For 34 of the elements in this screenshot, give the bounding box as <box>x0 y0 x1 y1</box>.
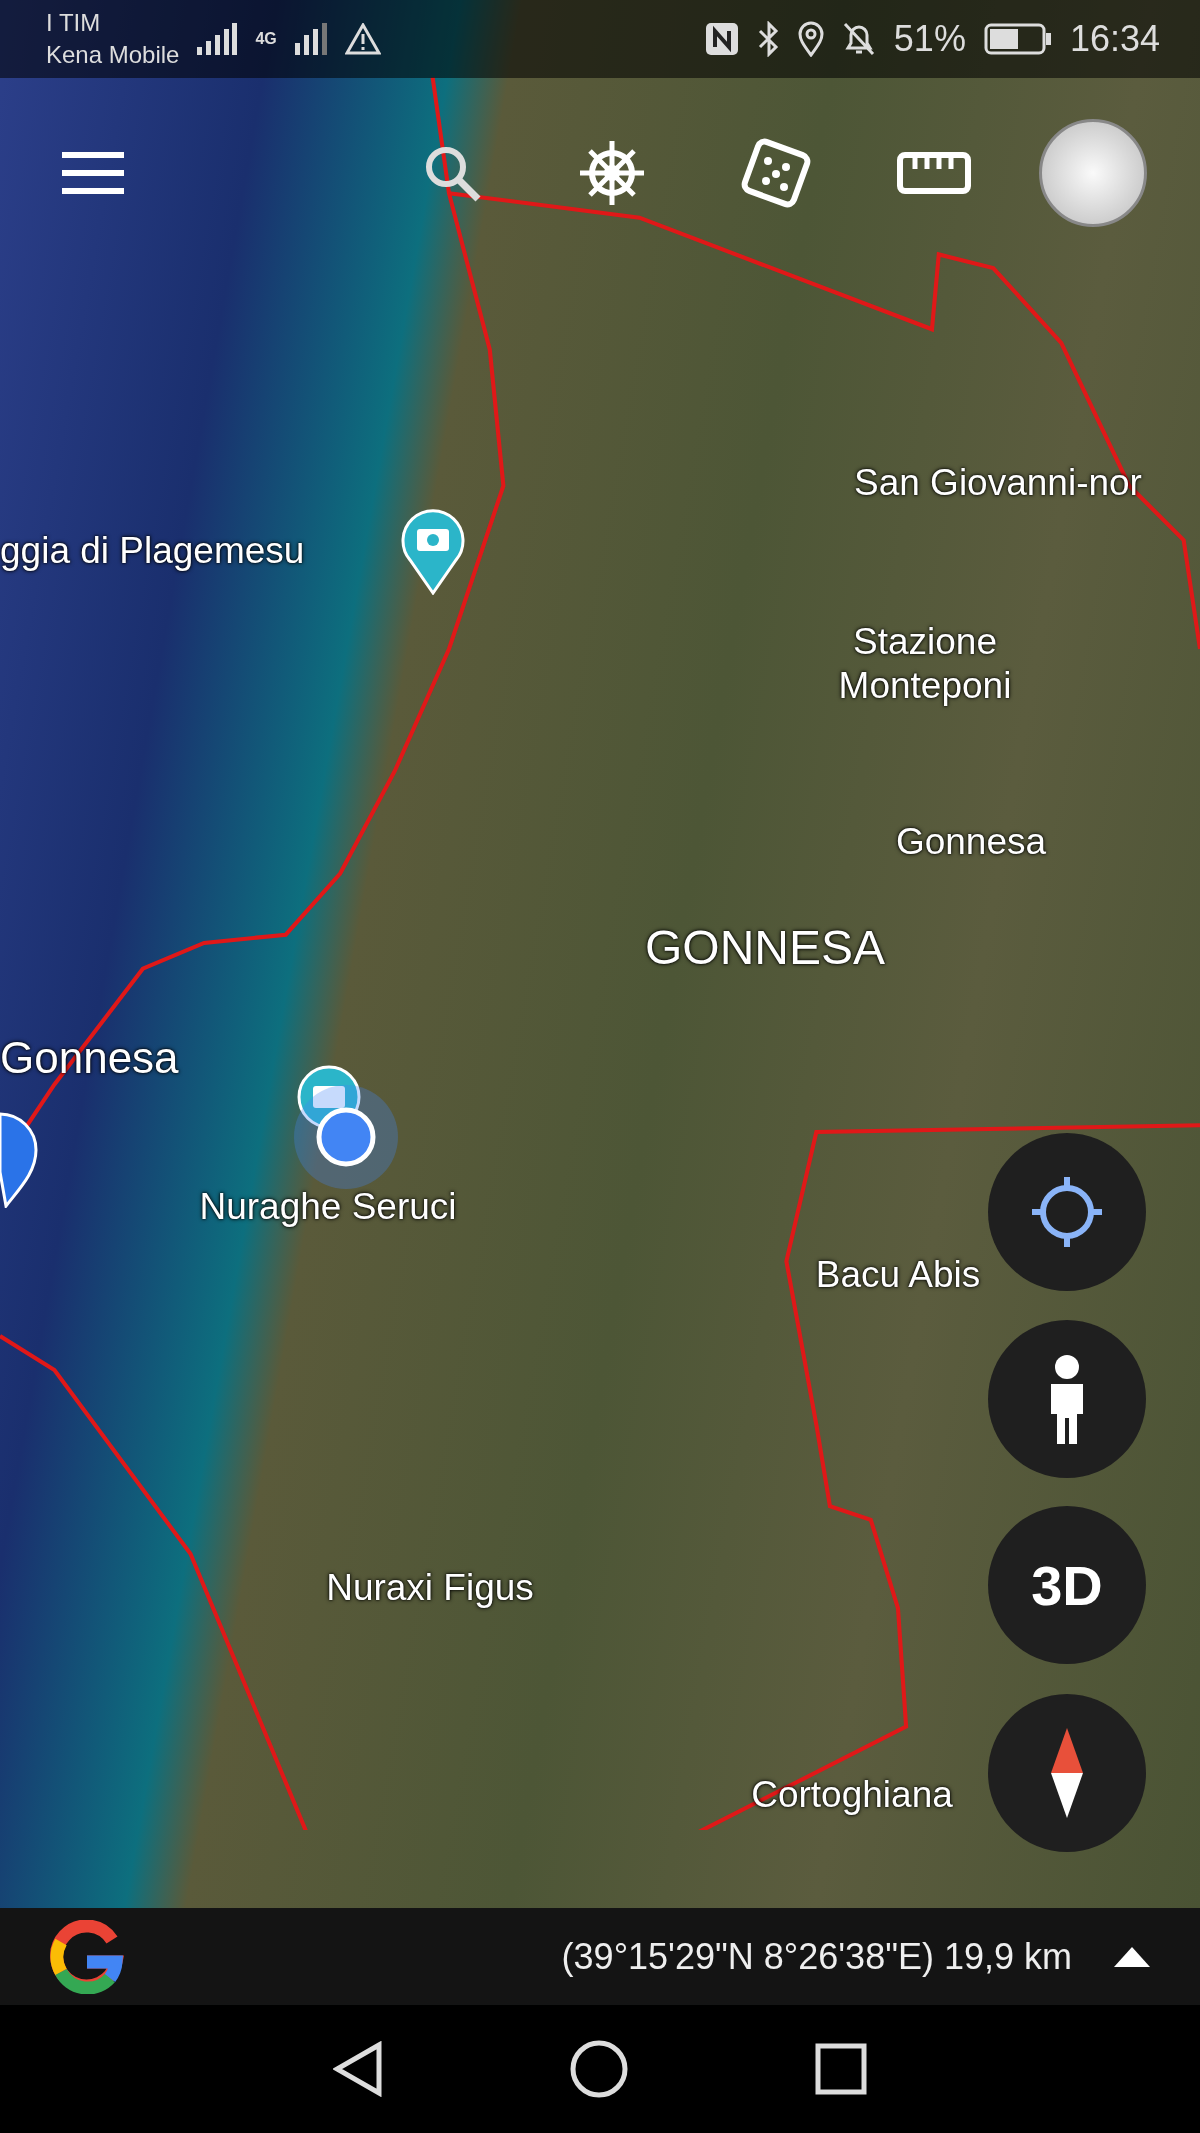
signal-icon <box>197 23 238 55</box>
operator-name: Kena Mobile <box>46 40 180 70</box>
back-button[interactable] <box>333 2041 384 2097</box>
compass-icon <box>1049 1728 1085 1818</box>
place-label: Nuraxi Figus <box>326 1565 534 1610</box>
place-label: Bacu Abis <box>815 1252 981 1297</box>
warning-icon <box>344 23 381 55</box>
nfc-icon <box>703 21 740 57</box>
location-icon <box>797 21 824 57</box>
dice-icon <box>740 137 812 209</box>
menu-icon <box>62 151 124 195</box>
home-button[interactable] <box>570 2040 628 2098</box>
3d-button[interactable]: 3D <box>988 1506 1146 1664</box>
battery-percent: 51% <box>893 18 966 60</box>
ruler-icon <box>897 152 971 194</box>
recents-icon <box>814 2043 867 2095</box>
place-label: GONNESA <box>645 920 885 977</box>
locate-icon <box>1030 1175 1104 1249</box>
coordinates-scale: (39°15'29"N 8°26'38"E) 19,9 km <box>561 1935 1072 1978</box>
place-label: Nuraghe Seruci <box>199 1184 457 1229</box>
recents-button[interactable] <box>814 2043 867 2095</box>
place-label: ggia di Plagemesu <box>0 528 305 573</box>
expand-arrow-icon[interactable] <box>1114 1946 1150 1967</box>
home-icon <box>570 2040 628 2098</box>
back-icon <box>333 2041 384 2097</box>
signal-icon <box>294 23 327 55</box>
muted-bell-icon <box>841 21 876 57</box>
carrier-name: I TIM <box>46 8 102 38</box>
clock-time: 16:34 <box>1069 18 1160 60</box>
network-type: 4G <box>255 30 277 48</box>
place-label: Gonnesa <box>895 819 1047 864</box>
bluetooth-icon <box>757 21 780 57</box>
place-label: Stazione Monteponi <box>838 619 1012 708</box>
battery-icon <box>983 23 1052 55</box>
